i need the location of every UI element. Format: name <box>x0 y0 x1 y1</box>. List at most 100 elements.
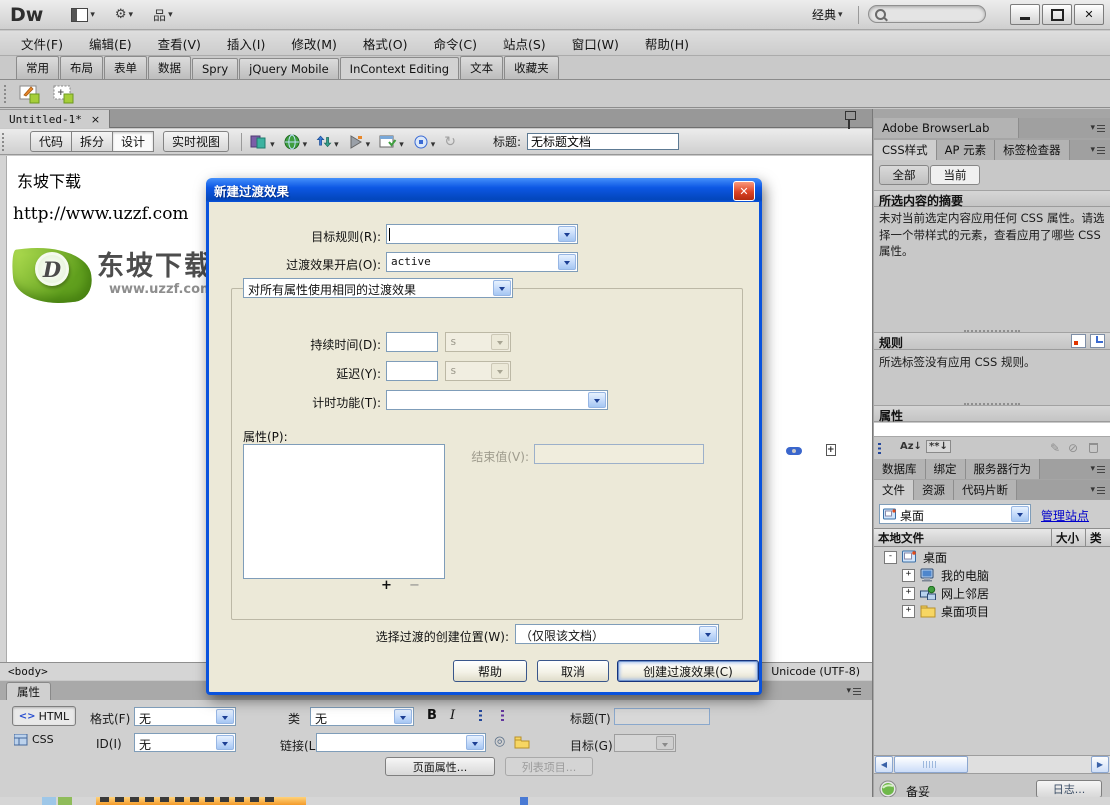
menu-insert[interactable]: 插入(I) <box>214 34 278 53</box>
document-tab[interactable]: Untitled-1* × <box>0 110 111 128</box>
expand-icon[interactable]: + <box>902 586 915 600</box>
show-set-properties-icon[interactable]: **↓ <box>926 440 951 453</box>
transition-on-combo[interactable]: active <box>386 252 578 272</box>
browse-folder-icon[interactable] <box>514 736 530 749</box>
tab-server-behaviors[interactable]: 服务器行为 <box>965 459 1040 479</box>
design-view-button[interactable]: 设计 <box>112 131 155 152</box>
menu-format[interactable]: 格式(O) <box>350 34 421 53</box>
insert-tab-forms[interactable]: 表单 <box>104 56 147 79</box>
delay-input[interactable] <box>386 361 438 381</box>
site-select[interactable]: 桌面 <box>879 504 1031 524</box>
menu-edit[interactable]: 编辑(E) <box>76 34 145 53</box>
insert-tab-data[interactable]: 数据 <box>148 56 191 79</box>
visual-aids-button[interactable]: ▾ <box>413 134 435 150</box>
properties-tab[interactable]: 属性 <box>6 682 51 700</box>
cancel-button[interactable]: 取消 <box>537 660 609 682</box>
panel-menu-icon[interactable]: ▾ <box>1090 118 1105 138</box>
code-view-button[interactable]: 代码 <box>30 131 73 152</box>
column-type[interactable]: 类 <box>1086 529 1110 546</box>
timing-function-combo[interactable] <box>386 390 608 410</box>
tab-css-styles[interactable]: CSS样式 <box>874 140 937 160</box>
panel-menu-icon[interactable]: ▾ <box>1090 480 1105 500</box>
menu-commands[interactable]: 命令(C) <box>421 34 490 53</box>
menu-window[interactable]: 窗口(W) <box>559 34 632 53</box>
italic-button[interactable]: I <box>450 708 455 723</box>
class-select[interactable]: 无 <box>310 707 414 726</box>
bold-button[interactable]: B <box>427 708 437 723</box>
target-rule-combo[interactable] <box>386 224 578 244</box>
tree-item-network[interactable]: + 网上邻居 <box>902 584 989 602</box>
dialog-close-button[interactable]: ✕ <box>733 181 755 201</box>
code-navigation-button[interactable]: ▾ <box>348 134 370 150</box>
title-field[interactable] <box>614 708 710 725</box>
drag-grip[interactable] <box>4 84 10 103</box>
html-mode-button[interactable]: <> HTML <box>12 706 76 726</box>
document-tab-close-icon[interactable]: × <box>91 113 100 126</box>
search-input[interactable] <box>868 5 986 23</box>
tab-databases[interactable]: 数据库 <box>874 459 926 479</box>
minimize-button[interactable] <box>1010 4 1040 25</box>
file-management-button[interactable]: ▾ <box>316 134 339 150</box>
menu-help[interactable]: 帮助(H) <box>632 34 702 53</box>
add-property-button[interactable]: + <box>381 578 392 593</box>
tab-bindings[interactable]: 绑定 <box>925 459 966 479</box>
insert-tab-common[interactable]: 常用 <box>16 56 59 79</box>
tag-selector-body[interactable]: <body> <box>8 665 48 678</box>
tab-snippets[interactable]: 代码片断 <box>954 480 1017 500</box>
property-listbox[interactable] <box>243 444 445 579</box>
scroll-right-icon[interactable]: ▶ <box>1091 756 1109 773</box>
link-combo[interactable] <box>316 733 486 752</box>
insert-tab-layout[interactable]: 布局 <box>60 56 103 79</box>
horizontal-scrollbar[interactable]: ◀ ▶ <box>874 755 1110 774</box>
panel-menu-icon[interactable]: ▾ <box>1090 140 1105 160</box>
create-editable-region-button[interactable] <box>18 83 42 105</box>
multiscreen-preview-button[interactable]: ▾ <box>250 134 275 150</box>
sort-az-icon[interactable]: Az↓ <box>900 441 922 452</box>
help-button[interactable]: 帮助 <box>453 660 527 682</box>
column-local-files[interactable]: 本地文件 <box>874 529 1052 546</box>
menu-modify[interactable]: 修改(M) <box>278 34 350 53</box>
column-size[interactable]: 大小 <box>1052 529 1086 546</box>
panel-menu-icon[interactable]: ▾ <box>846 686 861 696</box>
insert-tab-favorites[interactable]: 收藏夹 <box>504 56 559 79</box>
page-properties-button[interactable]: 页面属性... <box>385 757 495 776</box>
create-transition-button[interactable]: 创建过渡效果(C) <box>617 660 759 682</box>
menu-file[interactable]: 文件(F) <box>8 34 76 53</box>
tree-item-desktop[interactable]: - 桌面 <box>884 548 947 566</box>
new-rule-icon[interactable]: + <box>825 444 836 456</box>
log-button[interactable]: 日志... <box>1036 780 1102 798</box>
split-view-button[interactable]: 拆分 <box>71 131 114 152</box>
inspect-layout-button[interactable]: ▾ <box>379 134 404 150</box>
menu-site[interactable]: 站点(S) <box>490 34 559 53</box>
scroll-left-icon[interactable]: ◀ <box>875 756 893 773</box>
where-create-combo[interactable]: （仅限该文档） <box>515 624 719 644</box>
maximize-button[interactable] <box>1042 4 1072 25</box>
close-button[interactable]: ✕ <box>1074 4 1104 25</box>
id-select[interactable]: 无 <box>134 733 236 752</box>
site-menu-button[interactable]: 品 ▾ <box>153 5 173 24</box>
panel-menu-icon[interactable]: ▾ <box>1090 459 1105 479</box>
drag-grip[interactable] <box>2 132 8 151</box>
extend-menu-button[interactable]: ⚙ ▾ <box>115 7 133 22</box>
refresh-button[interactable]: ↻ <box>444 134 456 150</box>
dialog-title-bar[interactable]: 新建过渡效果 <box>206 178 762 202</box>
dock-panels-icon[interactable] <box>848 114 850 130</box>
expand-icon[interactable]: + <box>902 568 915 582</box>
attach-stylesheet-icon[interactable] <box>1071 334 1086 348</box>
format-select[interactable]: 无 <box>134 707 236 726</box>
tab-tag-inspector[interactable]: 标签检查器 <box>995 140 1070 160</box>
attach-stylesheet-icon[interactable] <box>786 447 802 455</box>
tab-assets[interactable]: 资源 <box>914 480 954 500</box>
insert-tab-incontext-editing[interactable]: InContext Editing <box>339 57 460 79</box>
remove-property-button[interactable]: − <box>409 578 420 593</box>
tab-ap-elements[interactable]: AP 元素 <box>936 140 996 160</box>
doc-title-input[interactable] <box>527 133 680 150</box>
css-all-button[interactable]: 全部 <box>879 165 929 185</box>
preview-in-browser-button[interactable]: ▾ <box>284 134 307 150</box>
css-mode-button[interactable]: CSS <box>14 733 54 746</box>
new-css-rule-icon[interactable] <box>1090 334 1105 348</box>
duration-input[interactable] <box>386 332 438 352</box>
workspace-switcher[interactable]: 经典 ▾ <box>812 6 843 23</box>
point-to-file-icon[interactable]: ◎ <box>494 734 505 749</box>
menu-view[interactable]: 查看(V) <box>145 34 214 53</box>
